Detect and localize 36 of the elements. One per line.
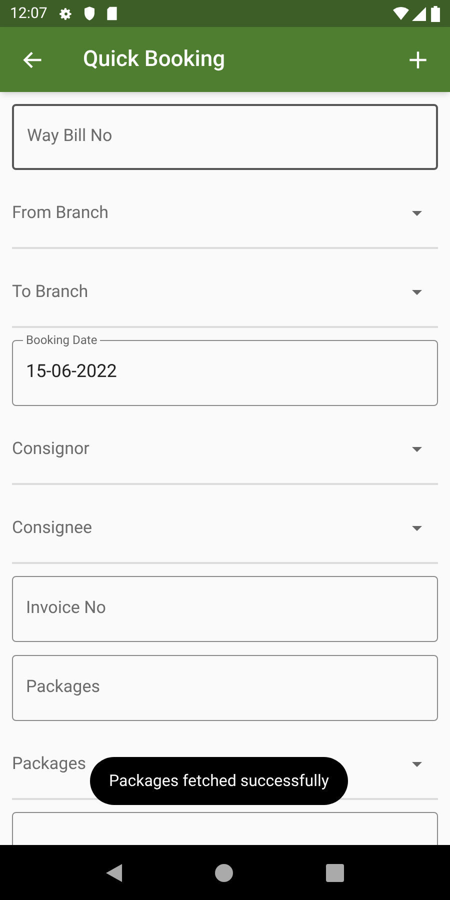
input-field[interactable]: Way Bill No [12, 104, 438, 170]
field-label: Booking Date [25, 333, 98, 347]
toast: Packages fetched successfully [90, 757, 348, 805]
dropdown-label: Consignor [12, 438, 90, 461]
screen-title: Quick Booking [83, 46, 226, 74]
dropdown-label: Consignee [12, 516, 94, 540]
dropdown-caret-icon [412, 447, 422, 452]
dropdown-field[interactable]: From Branch [12, 170, 438, 249]
dropdown-label: From Branch [12, 202, 110, 225]
sd-card-icon [106, 6, 118, 21]
status-time: 12:07 [10, 3, 48, 24]
input-field[interactable]: Invoice No [12, 576, 438, 642]
dropdown-label: To Branch [12, 280, 90, 304]
home-icon[interactable] [214, 864, 233, 882]
back-icon[interactable] [106, 864, 122, 882]
signal-icon [412, 6, 426, 20]
recents-icon[interactable] [326, 864, 344, 882]
dropdown-label: Packages [12, 752, 87, 776]
shield-icon [83, 6, 96, 21]
input-field[interactable]: Booking Date 15-06-2022 [12, 333, 438, 406]
wifi-icon [393, 6, 409, 20]
dropdown-caret-icon [412, 211, 422, 216]
dropdown-caret-icon [412, 290, 422, 295]
dropdown-caret-icon [412, 526, 422, 531]
dropdown-field[interactable]: Consignee [12, 485, 438, 564]
dropdown-caret-icon [412, 762, 422, 767]
dropdown-field[interactable]: Consignor [12, 406, 438, 485]
field-placeholder: Way Bill No [27, 125, 112, 148]
field-value: 15-06-2022 [26, 360, 118, 384]
field-placeholder: Invoice No [26, 597, 106, 620]
gear-icon [59, 6, 74, 20]
input-field[interactable]: Packages [12, 655, 438, 721]
field-placeholder: Packages [26, 676, 100, 700]
battery-icon [431, 6, 440, 22]
plus-icon [408, 50, 428, 70]
dropdown-field[interactable]: To Branch [12, 249, 438, 328]
